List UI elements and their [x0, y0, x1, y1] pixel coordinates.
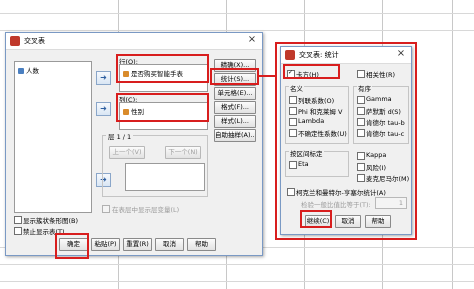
highlight-column-box	[116, 93, 209, 122]
crosstabs-titlebar: 交叉表 ×	[6, 33, 262, 50]
grid-line	[452, 0, 453, 289]
grid-line	[0, 13, 474, 14]
spss-app-icon	[10, 36, 20, 46]
move-to-column-button[interactable]: ➜	[96, 102, 111, 116]
layer-display-checkbox[interactable]	[102, 205, 110, 213]
highlight-statistics-button	[210, 68, 259, 85]
grid-line	[0, 281, 474, 282]
grid-line	[0, 264, 474, 265]
highlight-chi-square	[283, 64, 340, 79]
reset-button[interactable]: 重置(R)	[123, 238, 152, 251]
clustered-bar-checkbox[interactable]	[14, 216, 22, 224]
suppress-tables-checkbox[interactable]	[14, 227, 22, 235]
previous-layer-button[interactable]: 上一个(V)	[109, 146, 145, 159]
crosstabs-title: 交叉表	[24, 37, 45, 45]
layer-variable-list[interactable]	[125, 163, 205, 191]
close-icon[interactable]: ×	[246, 34, 258, 46]
highlight-row-box	[116, 54, 209, 83]
highlight-continue-button	[300, 210, 332, 228]
next-layer-button[interactable]: 下一个(N)	[165, 146, 201, 159]
cells-button[interactable]: 单元格(E)...	[214, 87, 256, 100]
source-variable-list[interactable]: 人数	[14, 61, 92, 213]
format-button[interactable]: 格式(F)...	[214, 101, 256, 114]
clustered-bar-label: 显示簇状条形图(B)	[23, 217, 79, 225]
list-item[interactable]: 人数	[18, 65, 39, 75]
highlight-connector	[258, 75, 276, 77]
layer-label: 层 1 / 1	[106, 131, 134, 141]
cancel-button[interactable]: 取消	[155, 238, 184, 251]
paste-button[interactable]: 粘贴(P)	[91, 238, 120, 251]
layer-display-label: 在表层中显示层变量(L)	[112, 206, 180, 214]
help-button[interactable]: 帮助	[187, 238, 216, 251]
layer-group: 层 1 / 1 上一个(V) 下一个(N)	[102, 131, 208, 197]
bootstrap-button[interactable]: 自助抽样(A)...	[214, 129, 256, 142]
move-to-row-button[interactable]: ➜	[96, 71, 111, 85]
highlight-ok-button	[55, 233, 89, 259]
scale-variable-icon	[18, 68, 24, 74]
style-button[interactable]: 样式(L)...	[214, 115, 256, 128]
grid-line	[0, 30, 474, 31]
